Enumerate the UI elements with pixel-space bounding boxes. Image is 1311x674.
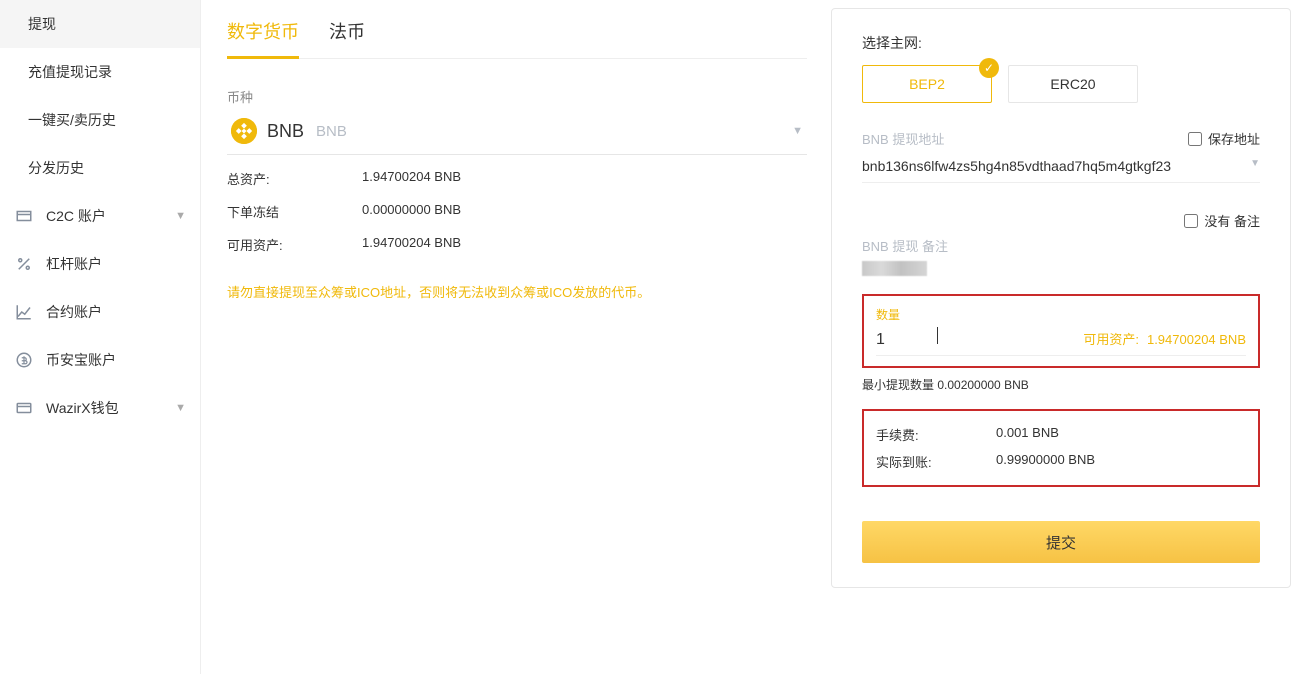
no-memo-checkbox[interactable]: 没有 备注 xyxy=(1184,211,1260,230)
ico-warning-text: 请勿直接提现至众筹或ICO地址，否则将无法收到众筹或ICO发放的代币。 xyxy=(227,282,807,301)
chevron-down-icon: ▼ xyxy=(175,210,186,222)
fee-label: 手续费: xyxy=(876,425,996,444)
network-option-label: BEP2 xyxy=(909,76,945,92)
amount-input[interactable] xyxy=(876,331,936,349)
coin-icon xyxy=(14,350,34,370)
network-option-label: ERC20 xyxy=(1050,76,1095,92)
wallet-icon xyxy=(14,206,34,226)
withdraw-address-input[interactable] xyxy=(862,152,1260,183)
frozen-asset-value: 0.00000000 BNB xyxy=(362,202,461,221)
fee-highlight-box: 手续费:0.001 BNB 实际到账:0.99900000 BNB xyxy=(862,409,1260,487)
chart-icon xyxy=(14,302,34,322)
main-content: 数字货币 法币 币种 BNB BNB ▼ 总资产:1.94700204 BNB … xyxy=(201,0,1311,674)
sidebar-section-margin[interactable]: 杠杆账户 xyxy=(0,240,200,288)
chevron-down-icon: ▼ xyxy=(792,125,803,137)
save-address-input[interactable] xyxy=(1188,132,1202,146)
text-cursor xyxy=(937,327,938,344)
total-asset-label: 总资产: xyxy=(227,169,362,188)
coin-symbol: BNB xyxy=(267,121,304,142)
sidebar-section-wazirx[interactable]: WazirX钱包 ▼ xyxy=(0,384,200,432)
sidebar-item-buysell-history[interactable]: 一键买/卖历史 xyxy=(0,96,200,144)
chevron-down-icon: ▼ xyxy=(175,402,186,414)
available-asset-value: 1.94700204 BNB xyxy=(362,235,461,254)
sidebar-section-c2c[interactable]: C2C 账户 ▼ xyxy=(0,192,200,240)
memo-value-blurred xyxy=(862,261,927,276)
sidebar-section-futures[interactable]: 合约账户 xyxy=(0,288,200,336)
sidebar-item-label: 分发历史 xyxy=(28,158,84,178)
network-option-erc20[interactable]: ERC20 ✓ xyxy=(1008,65,1138,103)
receive-value: 0.99900000 BNB xyxy=(996,452,1095,471)
sidebar-section-label: C2C 账户 xyxy=(46,206,106,226)
bnb-logo-icon xyxy=(231,118,257,144)
sidebar-item-distribution-history[interactable]: 分发历史 xyxy=(0,144,200,192)
network-option-bep2[interactable]: BEP2 ✓ xyxy=(862,65,992,103)
no-memo-label: 没有 备注 xyxy=(1204,211,1260,230)
amount-label: 数量 xyxy=(876,306,1246,323)
tab-digital-currency[interactable]: 数字货币 xyxy=(227,8,299,59)
percent-icon xyxy=(14,254,34,274)
coin-field-label: 币种 xyxy=(227,87,807,106)
currency-tabs: 数字货币 法币 xyxy=(227,8,807,59)
card-icon xyxy=(14,398,34,418)
sidebar-section-label: 杠杆账户 xyxy=(46,254,102,274)
sidebar-item-label: 提现 xyxy=(28,14,56,34)
min-withdraw-note: 最小提现数量 0.00200000 BNB xyxy=(862,376,1260,393)
save-address-label: 保存地址 xyxy=(1208,129,1260,148)
save-address-checkbox[interactable]: 保存地址 xyxy=(1188,129,1260,148)
sidebar-section-label: 合约账户 xyxy=(46,302,102,322)
sidebar-section-earn[interactable]: 币安宝账户 xyxy=(0,336,200,384)
available-value: 1.94700204 BNB xyxy=(1147,332,1246,347)
amount-highlight-box: 数量 可用资产: 1.94700204 BNB xyxy=(862,294,1260,368)
check-icon: ✓ xyxy=(979,58,999,78)
submit-button[interactable]: 提交 xyxy=(862,521,1260,563)
address-label: BNB 提现地址 xyxy=(862,129,944,148)
chevron-down-icon[interactable]: ▼ xyxy=(1250,158,1260,169)
tab-fiat-currency[interactable]: 法币 xyxy=(329,8,365,58)
coin-selector[interactable]: BNB BNB ▼ xyxy=(227,106,807,155)
coin-name: BNB xyxy=(316,123,347,140)
no-memo-input[interactable] xyxy=(1184,214,1198,228)
sidebar-item-label: 一键买/卖历史 xyxy=(28,110,116,130)
fee-value: 0.001 BNB xyxy=(996,425,1059,444)
sidebar-section-label: WazirX钱包 xyxy=(46,398,119,418)
sidebar-item-label: 充值提现记录 xyxy=(28,62,112,82)
withdraw-panel: 选择主网: BEP2 ✓ ERC20 ✓ BNB 提现地址 保存地址 xyxy=(831,8,1291,588)
sidebar-item-history[interactable]: 充值提现记录 xyxy=(0,48,200,96)
available-asset-label: 可用资产: xyxy=(227,235,362,254)
network-label: 选择主网: xyxy=(862,33,1260,53)
sidebar-section-label: 币安宝账户 xyxy=(46,350,116,370)
total-asset-value: 1.94700204 BNB xyxy=(362,169,461,188)
receive-label: 实际到账: xyxy=(876,452,996,471)
sidebar: 提现 充值提现记录 一键买/卖历史 分发历史 C2C 账户 ▼ 杠杆账户 合约账… xyxy=(0,0,201,674)
sidebar-item-withdraw[interactable]: 提现 xyxy=(0,0,200,48)
memo-label: BNB 提现 备注 xyxy=(862,236,1260,255)
frozen-asset-label: 下单冻结 xyxy=(227,202,362,221)
available-label: 可用资产: xyxy=(1083,329,1139,348)
